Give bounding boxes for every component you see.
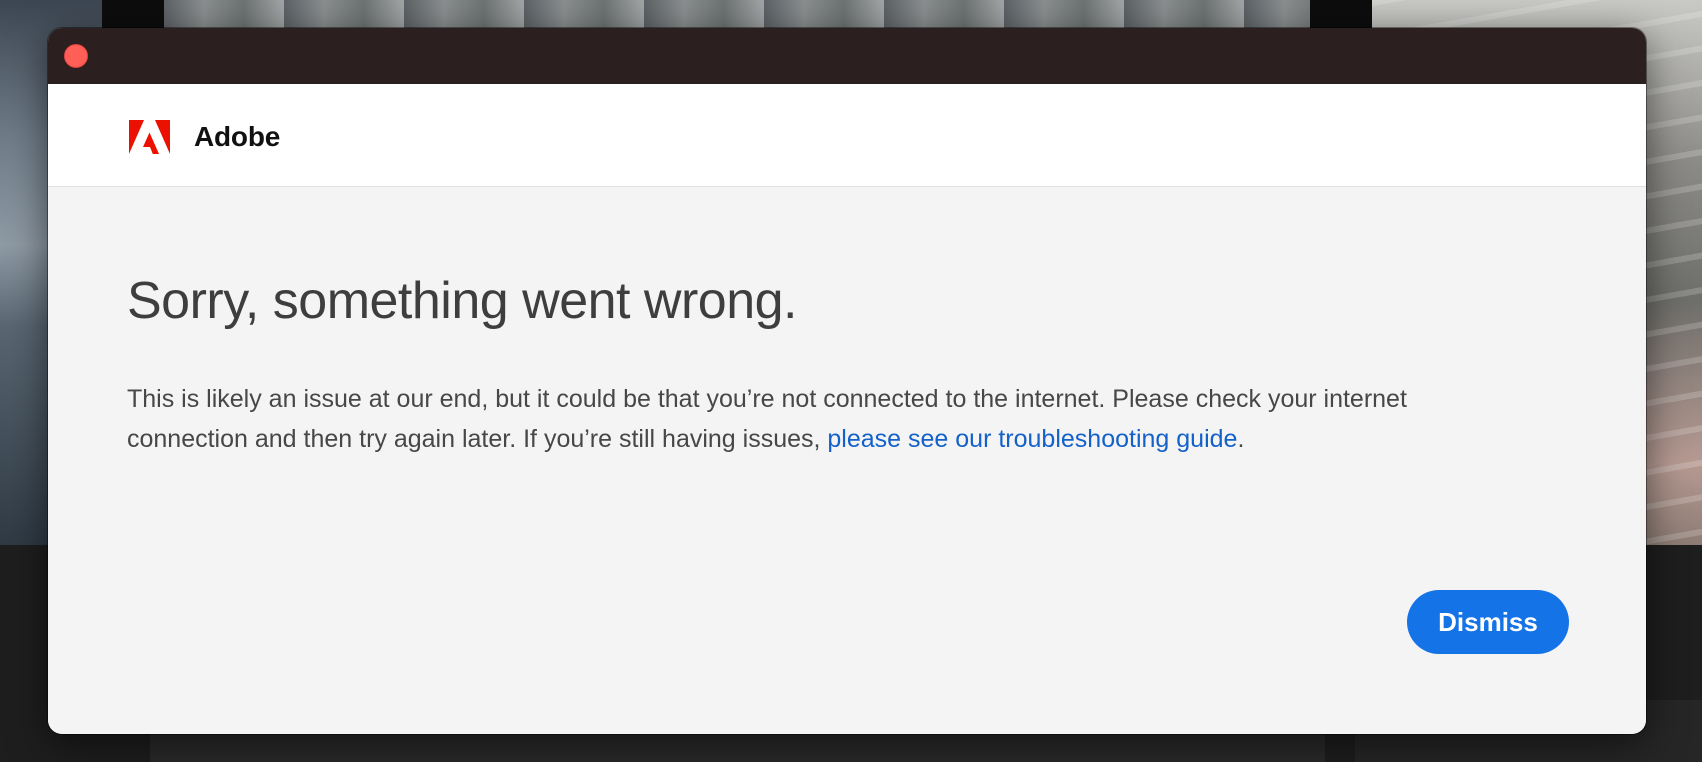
title-bar — [48, 28, 1646, 84]
error-message: This is likely an issue at our end, but … — [127, 379, 1527, 459]
error-heading: Sorry, something went wrong. — [127, 272, 798, 330]
close-window-button[interactable] — [64, 44, 88, 68]
error-message-end: . — [1237, 425, 1245, 453]
dialog-content: Sorry, something went wrong. This is lik… — [48, 187, 1646, 734]
dialog-header: Adobe — [48, 84, 1646, 187]
adobe-logo-icon — [129, 120, 170, 154]
brand-name: Adobe — [194, 121, 281, 152]
troubleshooting-guide-link[interactable]: please see our troubleshooting guide — [827, 425, 1237, 453]
adobe-brand: Adobe — [129, 120, 280, 154]
error-dialog-window: Adobe Sorry, something went wrong. This … — [48, 28, 1646, 734]
dismiss-button[interactable]: Dismiss — [1407, 590, 1569, 654]
